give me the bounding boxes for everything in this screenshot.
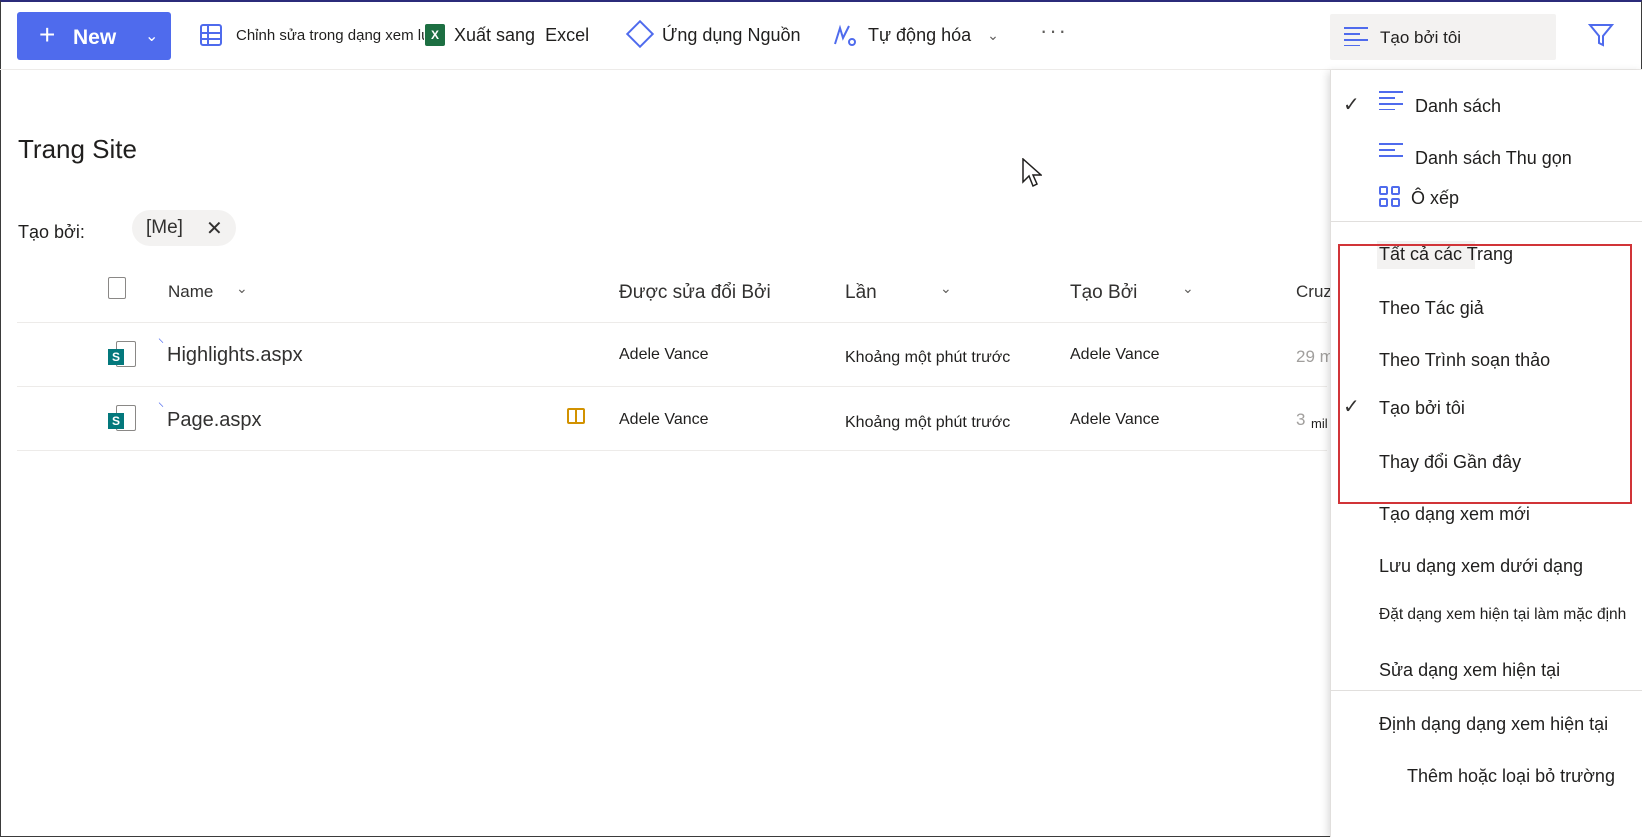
file-name[interactable]: Page.aspx: [167, 409, 262, 432]
menu-item-label: Thêm hoặc loại bỏ trường: [1407, 766, 1615, 786]
filter-icon[interactable]: [1588, 22, 1614, 48]
row-divider: [17, 450, 1327, 451]
menu-item-format-current-view[interactable]: Định dạng dạng xem hiện tại: [1331, 708, 1642, 740]
list-view-icon: [1379, 91, 1403, 110]
book-icon[interactable]: [567, 408, 585, 424]
menu-item-label: Sửa dạng xem hiện tại: [1379, 660, 1561, 680]
menu-item-label: Đặt dạng xem hiện tại làm mặc định: [1379, 606, 1627, 623]
check-icon: ✓: [1343, 94, 1360, 116]
chevron-down-icon[interactable]: ⌄: [940, 280, 952, 297]
grid-icon[interactable]: [200, 24, 222, 46]
tiles-icon: [1379, 186, 1401, 208]
power-apps-button[interactable]: Ứng dụng Nguồn: [662, 20, 800, 50]
created-by-cell[interactable]: Adele Vance: [1070, 346, 1160, 364]
column-header-name[interactable]: Name: [168, 282, 213, 302]
menu-item-save-view-as[interactable]: Lưu dạng xem dưới dạng: [1331, 550, 1642, 582]
sharepoint-page-icon: S: [108, 405, 136, 433]
list-view-icon: [1344, 27, 1368, 46]
highlight-annotation-box: [1338, 244, 1632, 504]
row-divider: [17, 386, 1327, 387]
automate-label: Tự động hóa: [868, 24, 972, 45]
view-selector[interactable]: Tạo bởi tôi: [1330, 14, 1556, 60]
chevron-down-icon: ⌄: [145, 28, 159, 45]
automate-button[interactable]: Tự động hóa ⌄: [868, 20, 999, 50]
menu-item-label: Danh sách Thu gọn: [1415, 148, 1572, 168]
new-item-icon: ⸌: [158, 400, 165, 414]
menu-item-add-remove-fields[interactable]: Thêm hoặc loại bỏ trường: [1331, 760, 1642, 792]
menu-item-list-layout[interactable]: ✓ Danh sách: [1331, 88, 1642, 120]
power-apps-icon: [625, 19, 655, 49]
menu-divider: [1331, 690, 1642, 691]
page-title: Trang Site: [18, 134, 137, 164]
chevron-down-icon[interactable]: ⌄: [1182, 280, 1194, 297]
new-button[interactable]: + New ⌄: [17, 12, 171, 60]
close-icon[interactable]: ✕: [206, 216, 223, 241]
truncated-cell: 29 m: [1296, 347, 1334, 366]
time-cell: Khoảng một phút trước: [845, 414, 1011, 431]
edit-in-grid-view-label: Chỉnh sửa trong dạng xem lưới: [236, 26, 424, 44]
modified-by-cell[interactable]: Adele Vance: [619, 411, 709, 429]
time-cell: Khoảng một phút trước: [845, 349, 1011, 366]
current-view-label: Tạo bởi tôi: [1380, 28, 1462, 47]
modified-by-cell[interactable]: Adele Vance: [619, 346, 709, 364]
power-apps-label: Ứng dụng Nguồn: [662, 24, 801, 45]
export-to-excel-button[interactable]: Xuất sang Excel: [454, 20, 589, 50]
menu-item-label: Tạo dạng xem mới: [1379, 504, 1530, 524]
menu-item-label: Lưu dạng xem dưới dạng: [1379, 556, 1584, 576]
command-bar: + New ⌄ Chỉnh sửa trong dạng xem lưới X …: [0, 0, 1642, 70]
menu-item-label: Danh sách: [1415, 96, 1502, 116]
menu-item-set-default-view[interactable]: Đặt dạng xem hiện tại làm mặc định: [1331, 600, 1642, 632]
more-options-icon[interactable]: ···: [1040, 18, 1068, 44]
edit-in-grid-view-button[interactable]: Chỉnh sửa trong dạng xem lưới: [236, 20, 424, 50]
truncated-cell: mil: [1311, 416, 1328, 431]
menu-item-label: Định dạng dạng xem hiện tại: [1379, 714, 1609, 734]
menu-item-edit-current-view[interactable]: Sửa dạng xem hiện tại: [1331, 654, 1642, 686]
file-type-icon[interactable]: [108, 277, 126, 299]
created-by-cell[interactable]: Adele Vance: [1070, 411, 1160, 429]
column-header-time[interactable]: Lần: [845, 282, 877, 304]
export-to-excel-label: Xuất sang Excel: [454, 24, 590, 45]
menu-item-tiles-layout[interactable]: Ô xếp: [1331, 182, 1642, 218]
sharepoint-page-icon: S: [108, 341, 136, 369]
column-header-truncated[interactable]: Cruz: [1296, 282, 1332, 302]
automate-icon: [834, 24, 856, 46]
chevron-down-icon[interactable]: ⌄: [236, 280, 248, 297]
column-header-modified-by[interactable]: Được sửa đổi Bởi: [619, 282, 771, 304]
menu-item-label: Ô xếp: [1411, 188, 1460, 208]
truncated-cell: 3: [1296, 410, 1306, 429]
compact-list-icon: [1379, 143, 1403, 157]
filter-label: Tạo bởi:: [18, 222, 85, 242]
chevron-down-icon: ⌄: [987, 26, 999, 43]
mouse-cursor-icon: [1022, 158, 1042, 188]
new-button-label: New: [73, 26, 117, 49]
plus-icon: +: [39, 19, 56, 50]
menu-item-compact-list-layout[interactable]: Danh sách Thu gọn: [1331, 140, 1642, 172]
menu-divider: [1331, 221, 1642, 222]
new-item-icon: ⸌: [158, 336, 165, 350]
column-header-created-by[interactable]: Tạo Bởi: [1070, 282, 1137, 304]
file-name[interactable]: Highlights.aspx: [167, 344, 303, 367]
row-divider: [17, 322, 1327, 323]
excel-icon: X: [425, 24, 445, 46]
filter-pill[interactable]: [Me] ✕: [132, 210, 236, 246]
filter-pill-text: [Me]: [146, 217, 183, 238]
